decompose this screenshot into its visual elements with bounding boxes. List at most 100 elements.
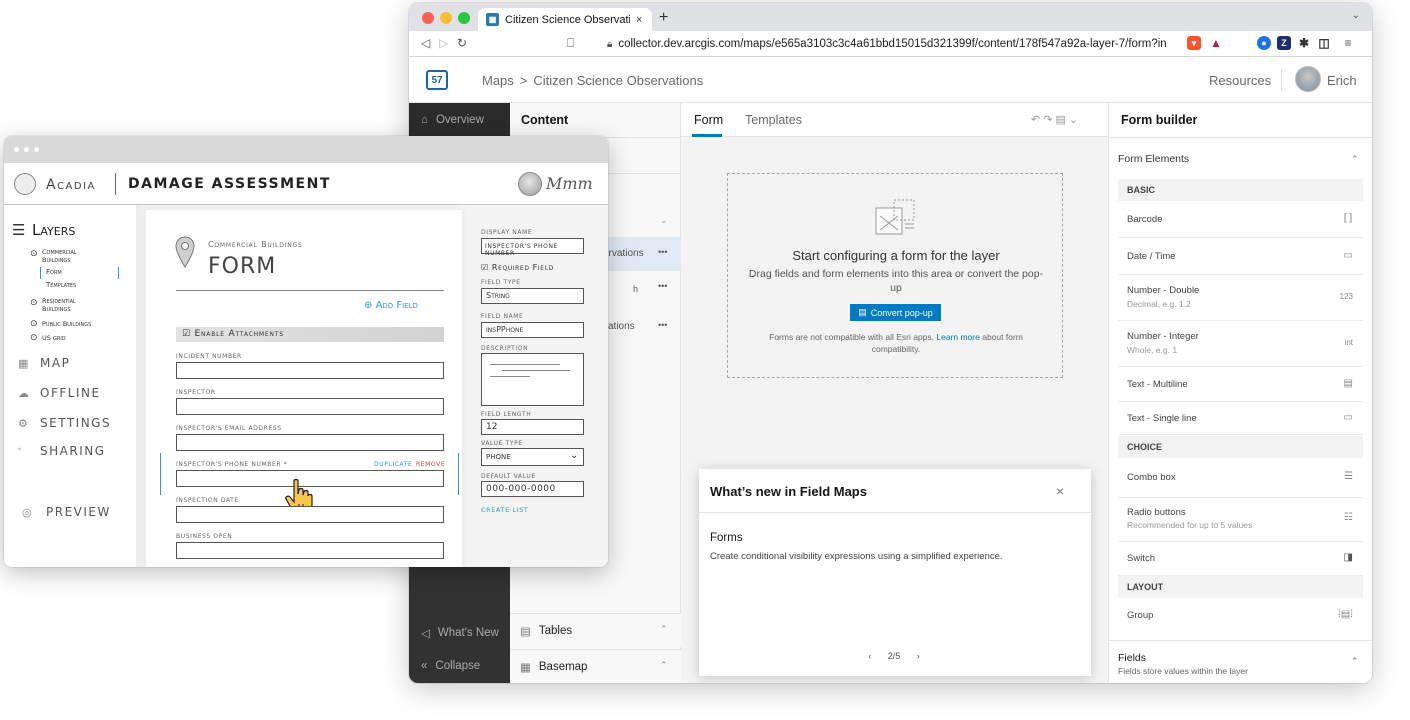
sketch-attachments-text: Enable Attachments bbox=[194, 329, 284, 339]
tab-menu-chevron-icon[interactable]: ⌄ bbox=[1352, 10, 1360, 21]
element-barcode[interactable]: Barcode ⟦⟧ bbox=[1118, 201, 1363, 238]
learn-more-link[interactable]: Learn more bbox=[936, 332, 979, 342]
sketch-map: MAP bbox=[40, 356, 71, 370]
sketch-prop-input: 000-000-0000 bbox=[481, 481, 584, 497]
sketch-properties-panel: Display Name Inspector's Phone Number ☑ … bbox=[466, 205, 608, 567]
sketch-doc-title: FORM bbox=[208, 254, 277, 279]
field-maps-logo-icon[interactable]: 57 bbox=[426, 70, 448, 90]
nav-whats-new-label: What's New bbox=[437, 627, 499, 639]
basemap-section[interactable]: ▦ Basemap ⌃ bbox=[510, 649, 681, 683]
field-maps-favicon-icon: ▦ bbox=[486, 13, 499, 26]
user-avatar[interactable] bbox=[1295, 66, 1321, 92]
sketch-form-item: Form bbox=[46, 268, 62, 276]
minimize-window-button[interactable] bbox=[440, 12, 452, 24]
element-number-double[interactable]: Number - Double Decimal, e.g. 1.2 123 bbox=[1118, 275, 1363, 321]
fields-section[interactable]: Fields Fields store values within the la… bbox=[1109, 640, 1372, 683]
element-desc: Whole, e.g. 1 bbox=[1127, 345, 1178, 355]
form-drop-zone[interactable]: Start configuring a form for the layer D… bbox=[727, 173, 1063, 378]
chevron-up-icon[interactable]: ⌃ bbox=[660, 660, 668, 671]
more-icon[interactable]: ••• bbox=[658, 281, 667, 291]
brave-rewards-icon[interactable]: ▲ bbox=[1209, 36, 1223, 50]
scribble-line bbox=[502, 370, 570, 371]
sketch-field-input bbox=[176, 362, 444, 379]
element-radio-buttons[interactable]: Radio buttons Recommended for up to 5 va… bbox=[1118, 498, 1363, 542]
sketch-marker-icon bbox=[175, 236, 195, 268]
window-dot bbox=[14, 147, 19, 152]
sketch-prop-label: Field Type bbox=[481, 279, 521, 286]
card-divider bbox=[699, 512, 1091, 513]
reload-icon[interactable]: ↻ bbox=[457, 36, 467, 50]
zotero-icon[interactable]: Z bbox=[1277, 36, 1291, 50]
address-bar[interactable]: 🔒︎ collector.dev.arcgis.com/maps/e565a31… bbox=[607, 35, 1167, 53]
content-title: Content bbox=[521, 113, 569, 127]
close-window-button[interactable] bbox=[422, 12, 434, 24]
element-label: Number - Double bbox=[1127, 285, 1200, 296]
chevron-down-icon[interactable]: ⌄ bbox=[1069, 114, 1081, 126]
radio-list-icon: ☷ bbox=[1344, 512, 1353, 523]
more-icon[interactable]: ••• bbox=[658, 320, 667, 330]
form-builder-panel: Form builder Form Elements ⌃ BASIC Barco… bbox=[1108, 103, 1372, 683]
nav-collapse[interactable]: « Collapse bbox=[421, 660, 480, 672]
convert-popup-button[interactable]: ▤ Convert pop-up bbox=[850, 304, 941, 321]
tab-close-icon[interactable]: × bbox=[636, 14, 652, 26]
sketch-field-label: Inspector's Email Address bbox=[176, 425, 282, 432]
sketch-remove: Remove bbox=[416, 461, 446, 468]
sketch-prop-input: Inspector's Phone Number bbox=[481, 238, 584, 257]
breadcrumb-maps[interactable]: Maps bbox=[482, 73, 514, 88]
user-name[interactable]: Erich bbox=[1327, 73, 1357, 88]
sketch-map-icon: ▦ bbox=[18, 357, 29, 370]
home-icon: ⌂ bbox=[421, 114, 428, 126]
sketch-title-bar bbox=[4, 136, 608, 163]
tab-form[interactable]: Form bbox=[694, 113, 723, 127]
undo-icon[interactable]: ↶ bbox=[1031, 114, 1043, 126]
panel-divider bbox=[1109, 137, 1372, 138]
nav-whats-new[interactable]: ◁ What's New bbox=[421, 626, 499, 640]
forward-icon[interactable]: ▷ bbox=[439, 36, 448, 50]
chevron-up-icon[interactable]: ⌃ bbox=[660, 624, 668, 635]
tables-section[interactable]: ▤ Tables ⌃ bbox=[510, 613, 681, 647]
sketch-pin-icon: ⊙ bbox=[30, 298, 38, 308]
sidebar-icon[interactable]: ◫ bbox=[1317, 36, 1331, 50]
maximize-window-button[interactable] bbox=[458, 12, 470, 24]
acadia-logo-icon bbox=[14, 173, 36, 195]
table-icon: ▤ bbox=[520, 625, 531, 638]
element-number-integer[interactable]: Number - Integer Whole, e.g. 1 int bbox=[1118, 321, 1363, 367]
redo-icon[interactable]: ↷ bbox=[1043, 114, 1055, 126]
browser-tab[interactable]: ▦ Citizen Science Observations - × bbox=[478, 8, 652, 31]
nav-overview[interactable]: ⌂ Overview bbox=[421, 114, 484, 126]
element-group[interactable]: Group ⁞▤⁞ bbox=[1118, 598, 1363, 632]
browser-tab-title: Citizen Science Observations - bbox=[505, 13, 630, 26]
window-dot bbox=[24, 147, 29, 152]
element-combo-box[interactable]: Combo box ☰ bbox=[1118, 458, 1363, 498]
element-text-multiline[interactable]: Text - Multiline ▤ bbox=[1118, 367, 1363, 402]
resources-link[interactable]: Resources bbox=[1209, 73, 1271, 88]
tab-templates[interactable]: Templates bbox=[745, 113, 802, 127]
extensions-icon[interactable]: ✱ bbox=[1297, 36, 1311, 50]
chevron-down-icon[interactable]: ⌄ bbox=[660, 215, 668, 226]
header-divider bbox=[115, 173, 116, 195]
element-date-time[interactable]: Date / Time ▭ bbox=[1118, 238, 1363, 275]
close-icon[interactable]: × bbox=[1056, 483, 1064, 499]
brave-shield-icon[interactable]: ▾ bbox=[1187, 36, 1201, 50]
bookmark-icon[interactable]: ⎕ bbox=[567, 36, 574, 51]
sketch-prop-label: Display Name bbox=[481, 229, 533, 236]
password-manager-icon[interactable]: ● bbox=[1257, 36, 1271, 50]
browser-menu-icon[interactable]: ≡ bbox=[1341, 36, 1355, 50]
scribble-line bbox=[490, 376, 530, 377]
form-elements-section[interactable]: Form Elements bbox=[1118, 153, 1189, 165]
chevron-up-icon[interactable]: ⌃ bbox=[1351, 656, 1359, 667]
save-icon[interactable]: ▤ bbox=[1055, 114, 1068, 126]
layer-row-label-fragment: h bbox=[633, 284, 639, 294]
more-icon[interactable]: ••• bbox=[658, 247, 667, 257]
whats-new-card: What’s new in Field Maps × Forms Create … bbox=[699, 469, 1091, 676]
sketch-attachments-label: ☑ Enable Attachments bbox=[182, 329, 284, 339]
new-tab-button[interactable]: + bbox=[659, 9, 668, 27]
chevron-up-icon[interactable]: ⌃ bbox=[1351, 154, 1359, 165]
group-layout: LAYOUT bbox=[1118, 576, 1363, 598]
sketch-duplicate: Duplicate bbox=[374, 461, 413, 468]
element-text-single[interactable]: Text - Single line ▭ bbox=[1118, 402, 1363, 435]
whats-new-pager[interactable]: ‹ 2/5 › bbox=[849, 651, 939, 661]
sketch-residential: Residential Buildings bbox=[42, 297, 76, 313]
back-icon[interactable]: ◁ bbox=[421, 36, 430, 50]
element-switch[interactable]: Switch ◨ bbox=[1118, 542, 1363, 576]
